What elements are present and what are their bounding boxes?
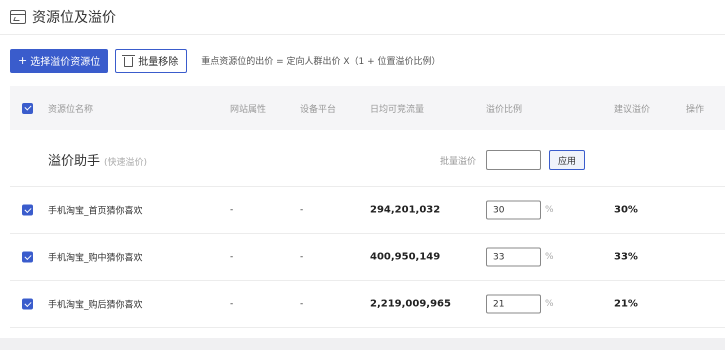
daily-traffic: 400,950,149 [370,251,441,263]
select-all-checkbox[interactable] [22,102,33,114]
percent-unit: % [545,299,554,309]
batch-remove-label: 批量移除 [138,57,179,68]
percent-unit: % [545,252,554,262]
column-header-ratio: 溢价比例 [486,104,523,115]
device-platform: - [300,205,304,215]
batch-premium-label: 批量溢价 [440,157,477,167]
row-checkbox[interactable] [22,251,33,263]
batch-remove-button[interactable]: 批量移除 [115,48,188,73]
apply-button[interactable]: 应用 [549,150,585,170]
add-premium-slot-button[interactable]: + 选择溢价资源位 [10,48,109,73]
table-row: 手机淘宝_首页猜你喜欢 - - 294,201,032 30 % 30% [10,187,725,234]
premium-ratio-input[interactable]: 21 [486,294,541,314]
device-platform: - [300,299,304,309]
percent-unit: % [545,205,554,215]
slot-name: 手机淘宝_购后猜你喜欢 [48,300,143,311]
column-header-site: 网站属性 [230,104,267,115]
column-header-operation: 操作 [686,104,705,115]
column-header-traffic: 日均可竞流量 [370,104,425,115]
page-title: 资源位及溢价 [32,10,116,26]
premium-helper-row: 溢价助手 (快速溢价) 批量溢价 应用 [10,130,725,187]
premium-ratio-input[interactable]: 33 [486,247,541,267]
site-attribute: - [230,252,234,262]
footer-divider [0,338,725,350]
site-attribute: - [230,299,234,309]
trash-icon [122,54,136,67]
table-header: 资源位名称 网站属性 设备平台 日均可竞流量 溢价比例 建议溢价 操作 [10,86,725,130]
resource-icon [10,10,26,24]
suggested-premium: 30% [614,204,638,216]
slot-name: 手机淘宝_首页猜你喜欢 [48,206,143,217]
slot-name: 手机淘宝_购中猜你喜欢 [48,253,143,264]
table-row: 手机淘宝_购后猜你喜欢 - - 2,219,009,965 21 % 21% [10,281,725,328]
suggested-premium: 33% [614,251,638,263]
page-header: 资源位及溢价 [0,0,725,35]
add-premium-slot-label: 选择溢价资源位 [30,57,101,68]
premium-helper-title: 溢价助手 (快速溢价) [48,150,147,169]
toolbar: + 选择溢价资源位 批量移除 重点资源位的出价 = 定向人群出价 X（1 + 位… [10,48,441,73]
plus-icon: + [18,54,28,67]
site-attribute: - [230,205,234,215]
row-checkbox[interactable] [22,204,33,216]
column-header-suggest: 建议溢价 [614,104,651,115]
daily-traffic: 294,201,032 [370,204,441,216]
bid-formula-text: 重点资源位的出价 = 定向人群出价 X（1 + 位置溢价比例） [201,57,441,67]
batch-premium-input[interactable] [486,150,541,170]
row-checkbox[interactable] [22,298,33,310]
device-platform: - [300,252,304,262]
premium-ratio-input[interactable]: 30 [486,200,541,220]
column-header-device: 设备平台 [300,104,337,115]
table-row: 手机淘宝_购中猜你喜欢 - - 400,950,149 33 % 33% [10,234,725,281]
premium-helper-subtitle: (快速溢价) [104,158,148,168]
suggested-premium: 21% [614,298,638,310]
column-header-name: 资源位名称 [48,104,94,115]
daily-traffic: 2,219,009,965 [370,298,451,310]
premium-helper-title-text: 溢价助手 [48,154,101,169]
